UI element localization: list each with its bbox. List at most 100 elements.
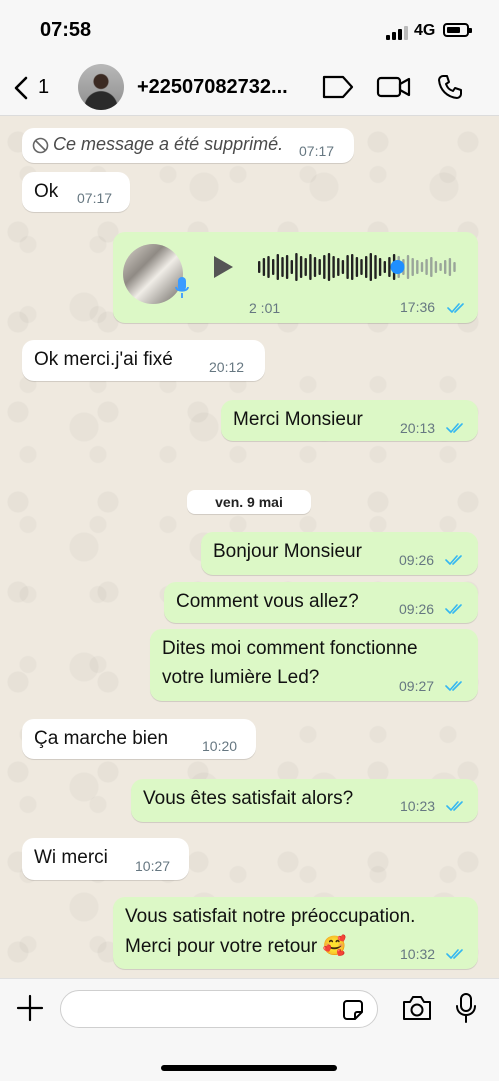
waveform-bar xyxy=(434,261,438,273)
message-text: Merci Monsieur xyxy=(233,409,363,430)
waveform-bar xyxy=(374,255,377,279)
message-text: Vous êtes satisfait alors? xyxy=(143,788,354,809)
read-ticks-icon xyxy=(446,801,463,811)
waveform-bar xyxy=(318,259,321,275)
message-time: 10:23 xyxy=(400,798,436,814)
waveform-bar xyxy=(406,255,410,279)
sticker-icon[interactable] xyxy=(341,998,365,1022)
voice-sender-avatar xyxy=(123,244,183,304)
play-icon[interactable] xyxy=(211,254,235,280)
read-ticks-icon xyxy=(447,303,464,313)
message-bubble-outgoing[interactable]: Comment vous allez? 09:26 xyxy=(164,582,478,623)
voice-message-bubble[interactable]: 2 :01 17:36 xyxy=(113,232,478,323)
home-indicator xyxy=(161,1065,337,1071)
message-time: 07:17 xyxy=(299,143,335,159)
plus-icon[interactable] xyxy=(16,994,44,1022)
waveform-bar xyxy=(351,254,354,280)
message-text-line-2: Merci pour votre retour 🥰 xyxy=(125,936,347,957)
waveform-bar xyxy=(365,256,368,278)
waveform-bar xyxy=(332,256,335,278)
read-ticks-icon xyxy=(445,555,462,565)
waveform-bar xyxy=(267,256,270,278)
voice-call-icon[interactable] xyxy=(436,73,464,101)
signal-icon xyxy=(386,26,408,40)
waveform-bar xyxy=(453,262,456,272)
waveform-bar xyxy=(337,258,340,276)
message-time: 07:17 xyxy=(77,190,113,206)
waveform-bar xyxy=(355,257,359,277)
waveform-bar xyxy=(425,259,428,275)
waveform-bar xyxy=(411,258,414,276)
waveform-bar xyxy=(281,257,284,277)
unread-count[interactable]: 1 xyxy=(38,76,49,99)
message-bubble-outgoing[interactable]: Dites moi comment fonctionne votre lumiè… xyxy=(150,629,478,701)
waveform-bar xyxy=(276,254,279,280)
message-bubble-incoming[interactable]: Ça marche bien 10:20 xyxy=(22,719,256,759)
waveform-bar xyxy=(430,257,433,277)
contact-name[interactable]: +22507082732... xyxy=(137,76,309,99)
message-time: 10:20 xyxy=(202,738,238,754)
waveform-bar xyxy=(285,255,289,279)
microphone-icon xyxy=(175,277,189,298)
waveform-bar xyxy=(346,255,349,279)
waveform-bar xyxy=(258,261,261,273)
message-text: Bonjour Monsieur xyxy=(213,541,362,562)
label-tag-icon[interactable] xyxy=(321,73,355,101)
message-bubble-outgoing[interactable]: Vous satisfait notre préoccupation. Merc… xyxy=(113,897,478,969)
waveform-bar xyxy=(313,257,317,277)
waveform-bar xyxy=(448,258,452,276)
waveform-bar xyxy=(304,258,307,276)
read-ticks-icon xyxy=(446,423,463,433)
battery-icon xyxy=(443,23,472,37)
message-bubble-deleted[interactable]: Ce message a été supprimé. 07:17 xyxy=(22,128,354,163)
waveform-bar xyxy=(299,256,303,278)
network-type: 4G xyxy=(414,22,436,39)
waveform-bar xyxy=(323,255,326,279)
camera-icon[interactable] xyxy=(401,994,433,1022)
waveform-bar xyxy=(262,258,266,276)
contact-avatar[interactable] xyxy=(78,64,124,110)
message-time: 20:12 xyxy=(209,359,245,375)
read-ticks-icon xyxy=(445,681,462,691)
message-bubble-incoming[interactable]: Wi merci 10:27 xyxy=(22,838,189,880)
date-separator: ven. 9 mai xyxy=(187,490,311,514)
status-time: 07:58 xyxy=(40,19,92,41)
status-bar: 07:58 4G xyxy=(0,0,499,62)
message-time: 10:27 xyxy=(135,858,171,874)
waveform-bar xyxy=(369,253,372,281)
message-input[interactable] xyxy=(60,990,378,1028)
message-time: 20:13 xyxy=(400,420,436,436)
waveform-bar xyxy=(378,258,382,276)
message-bubble-incoming[interactable]: Ok merci.j'ai fixé 20:12 xyxy=(22,340,265,381)
video-call-icon[interactable] xyxy=(376,73,412,101)
deleted-icon xyxy=(32,137,49,154)
microphone-icon[interactable] xyxy=(455,992,477,1024)
message-time: 09:26 xyxy=(399,601,435,617)
voice-waveform[interactable] xyxy=(258,250,458,284)
message-text: Comment vous allez? xyxy=(176,591,359,612)
message-bubble-outgoing[interactable]: Merci Monsieur 20:13 xyxy=(221,400,478,441)
message-text: Wi merci xyxy=(34,847,108,868)
playback-scrubber[interactable] xyxy=(390,260,405,274)
message-text-line-2: votre lumière Led? xyxy=(162,667,320,688)
message-bubble-outgoing[interactable]: Vous êtes satisfait alors? 10:23 xyxy=(131,779,478,822)
message-time: 10:32 xyxy=(400,946,436,962)
message-bubble-incoming[interactable]: Ok 07:17 xyxy=(22,172,130,212)
message-time: 09:27 xyxy=(399,678,435,694)
message-text: Ok merci.j'ai fixé xyxy=(34,349,173,370)
waveform-bar xyxy=(327,253,331,281)
message-bubble-outgoing[interactable]: Bonjour Monsieur 09:26 xyxy=(201,532,478,575)
waveform-bar xyxy=(420,262,424,272)
message-text-line-1: Dites moi comment fonctionne xyxy=(162,638,418,659)
voice-duration: 2 :01 xyxy=(249,300,281,316)
back-chevron-icon[interactable] xyxy=(10,74,34,102)
waveform-bar xyxy=(272,259,275,275)
chat-header: 1 +22507082732... xyxy=(0,62,499,116)
waveform-bar xyxy=(295,253,298,281)
message-text: Ça marche bien xyxy=(34,728,169,749)
waveform-bar xyxy=(388,257,391,277)
waveform-bar xyxy=(341,260,345,274)
message-time: 09:26 xyxy=(399,552,435,568)
message-text: Ce message a été supprimé. xyxy=(53,134,284,154)
message-time: 17:36 xyxy=(400,299,436,315)
